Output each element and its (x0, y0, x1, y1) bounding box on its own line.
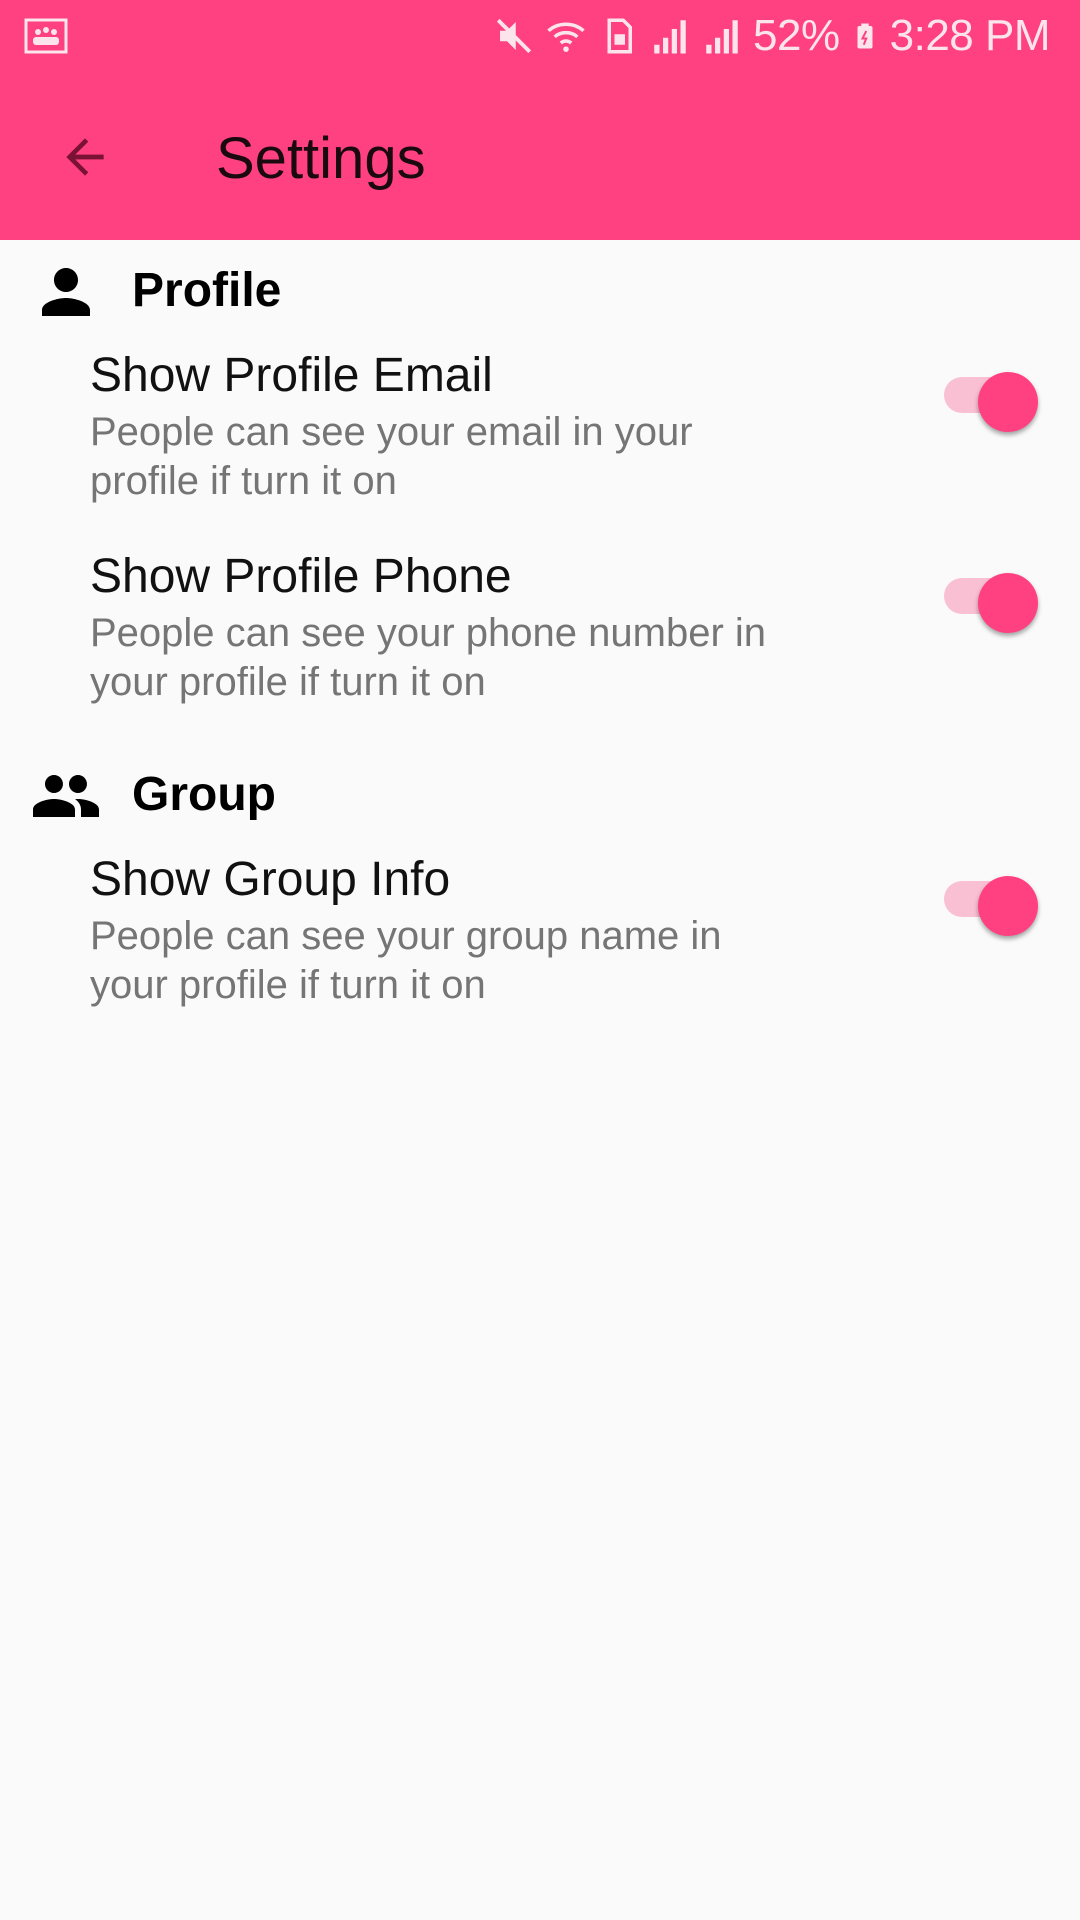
switch-thumb (978, 372, 1038, 432)
pref-title: Show Profile Email (90, 349, 493, 402)
pref-summary: People can see your group name in your p… (90, 914, 722, 1007)
section-header-profile: Profile (0, 256, 1080, 336)
pref-title: Show Profile Phone (90, 550, 512, 603)
arrow-back-icon (66, 138, 104, 176)
pref-show-group-info[interactable]: Show Group Info People can see your grou… (0, 850, 1080, 1020)
gallery-notification-icon (24, 18, 68, 54)
battery-charging-icon (857, 23, 873, 49)
section-title: Group (132, 768, 276, 821)
page-title: Settings (216, 126, 426, 191)
clock: 3:28 PM (889, 11, 1051, 60)
switch-thumb (978, 573, 1038, 633)
pref-summary: People can see your phone number in your… (90, 611, 767, 704)
pref-title: Show Group Info (90, 853, 451, 906)
toggle-switch[interactable] (944, 561, 1040, 633)
toggle-switch[interactable] (944, 360, 1040, 432)
pref-show-profile-phone[interactable]: Show Profile Phone People can see your p… (0, 547, 1080, 717)
section-header-group: Group (0, 760, 1080, 840)
signal-icon (654, 20, 686, 54)
battery-percentage: 52% (753, 11, 840, 60)
signal-icon (706, 20, 738, 54)
sim-icon (607, 18, 633, 54)
section-title: Profile (132, 264, 282, 317)
toggle-switch[interactable] (944, 864, 1040, 936)
mute-icon (496, 18, 532, 54)
switch-thumb (978, 876, 1038, 936)
status-bar: 52% 3:28 PM (0, 0, 1080, 72)
wifi-icon (547, 22, 585, 52)
app-bar: 52% 3:28 PM Settings (0, 0, 1080, 240)
pref-summary: People can see your email in your profil… (90, 410, 693, 503)
group-icon (30, 760, 102, 832)
pref-show-profile-email[interactable]: Show Profile Email People can see your e… (0, 346, 1080, 516)
back-button[interactable] (40, 112, 130, 202)
person-icon (30, 256, 102, 328)
